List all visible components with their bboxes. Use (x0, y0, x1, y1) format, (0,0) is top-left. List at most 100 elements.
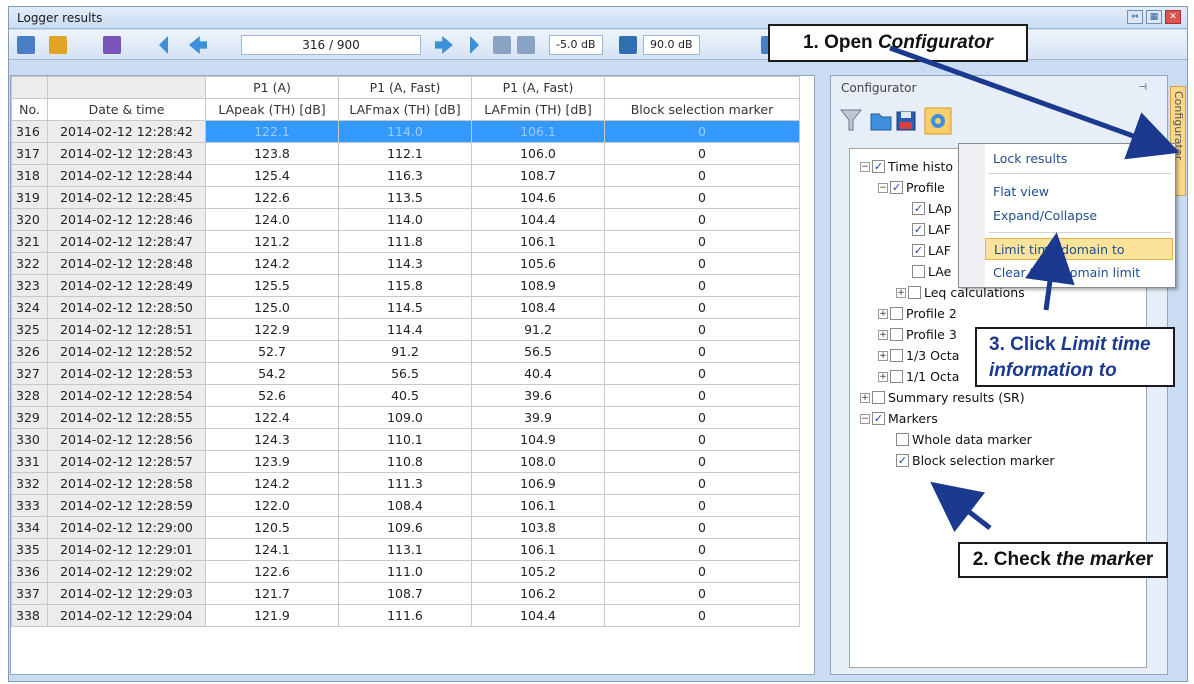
cell-lafmax[interactable]: 109.0 (338, 406, 472, 429)
expand-icon[interactable]: + (878, 350, 888, 361)
row-number[interactable]: 328 (11, 384, 48, 407)
table-row[interactable]: 334 2014-02-12 12:29:00 120.5 109.6 103.8 0 (11, 516, 800, 539)
cell-lapeak[interactable]: 122.1 (205, 120, 339, 143)
cell-lafmax[interactable]: 110.1 (338, 428, 472, 451)
cell-lapeak[interactable]: 124.0 (205, 208, 339, 231)
cell-lapeak[interactable]: 121.2 (205, 230, 339, 253)
cell-lafmin[interactable]: 91.2 (471, 318, 605, 341)
cell-lafmin[interactable]: 106.2 (471, 582, 605, 605)
row-datetime[interactable]: 2014-02-12 12:28:51 (47, 318, 206, 341)
cell-lafmin[interactable]: 108.7 (471, 164, 605, 187)
cell-lapeak[interactable]: 121.9 (205, 604, 339, 627)
cell-lafmax[interactable]: 114.0 (338, 120, 472, 143)
row-number[interactable]: 318 (11, 164, 48, 187)
checkbox-unchecked-icon[interactable] (890, 370, 903, 383)
cell-lapeak[interactable]: 52.7 (205, 340, 339, 363)
cell-marker[interactable]: 0 (604, 230, 800, 253)
table-row[interactable]: 329 2014-02-12 12:28:55 122.4 109.0 39.9 0 (11, 406, 800, 429)
cell-lafmax[interactable]: 56.5 (338, 362, 472, 385)
row-datetime[interactable]: 2014-02-12 12:29:04 (47, 604, 206, 627)
cell-marker[interactable]: 0 (604, 604, 800, 627)
cell-lapeak[interactable]: 122.4 (205, 406, 339, 429)
checkbox-checked-icon[interactable]: ✓ (890, 181, 903, 194)
row-number[interactable]: 334 (11, 516, 48, 539)
expand-icon[interactable]: + (860, 392, 870, 403)
cell-marker[interactable]: 0 (604, 362, 800, 385)
cell-lapeak[interactable]: 125.0 (205, 296, 339, 319)
row-datetime[interactable]: 2014-02-12 12:28:52 (47, 340, 206, 363)
cell-lafmin[interactable]: 56.5 (471, 340, 605, 363)
checkbox-checked-icon[interactable]: ✓ (912, 244, 925, 257)
cell-marker[interactable]: 0 (604, 296, 800, 319)
expand-icon[interactable]: + (878, 329, 888, 340)
table-row[interactable]: 328 2014-02-12 12:28:54 52.6 40.5 39.6 0 (11, 384, 800, 407)
cell-lapeak[interactable]: 52.6 (205, 384, 339, 407)
cell-lapeak[interactable]: 122.9 (205, 318, 339, 341)
record-counter[interactable]: 316 / 900 (241, 35, 421, 55)
cell-lafmax[interactable]: 113.5 (338, 186, 472, 209)
menu-item-flat-view[interactable]: Flat view (985, 181, 1173, 203)
tree-node-profile-2[interactable]: + Profile 2 (878, 306, 957, 321)
cell-lafmax[interactable]: 109.6 (338, 516, 472, 539)
row-datetime[interactable]: 2014-02-12 12:28:44 (47, 164, 206, 187)
pin-icon[interactable]: ⊣ (1138, 82, 1147, 93)
db-min-field[interactable]: -5.0 dB (549, 35, 603, 55)
row-datetime[interactable]: 2014-02-12 12:28:48 (47, 252, 206, 275)
cell-lafmax[interactable]: 112.1 (338, 142, 472, 165)
table-row[interactable]: 317 2014-02-12 12:28:43 123.8 112.1 106.0 0 (11, 142, 800, 165)
row-datetime[interactable]: 2014-02-12 12:28:54 (47, 384, 206, 407)
collapse-icon[interactable]: − (878, 182, 888, 193)
row-datetime[interactable]: 2014-02-12 12:29:02 (47, 560, 206, 583)
cell-lafmin[interactable]: 106.9 (471, 472, 605, 495)
cell-marker[interactable]: 0 (604, 428, 800, 451)
table-row[interactable]: 331 2014-02-12 12:28:57 123.9 110.8 108.0 0 (11, 450, 800, 473)
row-number[interactable]: 317 (11, 142, 48, 165)
cell-marker[interactable]: 0 (604, 208, 800, 231)
split-view-icon[interactable] (517, 36, 535, 54)
cell-marker[interactable]: 0 (604, 120, 800, 143)
row-number[interactable]: 316 (11, 120, 48, 143)
cell-lapeak[interactable]: 124.3 (205, 428, 339, 451)
table-view-icon[interactable] (17, 36, 35, 54)
cell-lapeak[interactable]: 121.7 (205, 582, 339, 605)
cell-lafmax[interactable]: 111.8 (338, 230, 472, 253)
cell-marker[interactable]: 0 (604, 252, 800, 275)
cell-marker[interactable]: 0 (604, 494, 800, 517)
cell-lapeak[interactable]: 123.8 (205, 142, 339, 165)
checkbox-unchecked-icon[interactable] (908, 286, 921, 299)
cell-lafmin[interactable]: 40.4 (471, 362, 605, 385)
table-row[interactable]: 332 2014-02-12 12:28:58 124.2 111.3 106.9 0 (11, 472, 800, 495)
table-row[interactable]: 324 2014-02-12 12:28:50 125.0 114.5 108.4 0 (11, 296, 800, 319)
cell-lafmin[interactable]: 108.0 (471, 450, 605, 473)
column-header-lafmax[interactable]: LAFmax (TH) [dB] (338, 98, 472, 121)
cell-lafmin[interactable]: 106.0 (471, 142, 605, 165)
cell-lafmax[interactable]: 115.8 (338, 274, 472, 297)
tree-node-lap[interactable]: ✓ LAp (912, 201, 952, 216)
tree-node-octave-1-3[interactable]: +1/3 Octa (878, 348, 959, 363)
row-number[interactable]: 327 (11, 362, 48, 385)
expand-icon[interactable]: + (878, 308, 888, 319)
cell-lafmin[interactable]: 106.1 (471, 120, 605, 143)
table-row[interactable]: 323 2014-02-12 12:28:49 125.5 115.8 108.9 0 (11, 274, 800, 297)
menu-item-lock-results[interactable]: Lock results (985, 148, 1173, 170)
table-row[interactable]: 326 2014-02-12 12:28:52 52.7 91.2 56.5 0 (11, 340, 800, 363)
tree-node-whole-data-marker[interactable]: Whole data marker (896, 432, 1032, 447)
cell-lafmax[interactable]: 108.7 (338, 582, 472, 605)
cell-lapeak[interactable]: 125.4 (205, 164, 339, 187)
cell-lafmin[interactable]: 108.4 (471, 296, 605, 319)
row-number[interactable]: 330 (11, 428, 48, 451)
cell-lapeak[interactable]: 124.2 (205, 472, 339, 495)
table-row[interactable]: 327 2014-02-12 12:28:53 54.2 56.5 40.4 0 (11, 362, 800, 385)
cell-lafmax[interactable]: 91.2 (338, 340, 472, 363)
cell-lafmin[interactable]: 104.4 (471, 208, 605, 231)
last-record-icon[interactable] (470, 36, 479, 54)
row-number[interactable]: 323 (11, 274, 48, 297)
cell-marker[interactable]: 0 (604, 340, 800, 363)
close-icon[interactable]: ✕ (1165, 10, 1181, 24)
row-number[interactable]: 321 (11, 230, 48, 253)
checkbox-unchecked-icon[interactable] (896, 433, 909, 446)
cell-lafmin[interactable]: 105.6 (471, 252, 605, 275)
cell-lafmin[interactable]: 106.1 (471, 230, 605, 253)
cell-lafmin[interactable]: 106.1 (471, 494, 605, 517)
row-datetime[interactable]: 2014-02-12 12:28:47 (47, 230, 206, 253)
